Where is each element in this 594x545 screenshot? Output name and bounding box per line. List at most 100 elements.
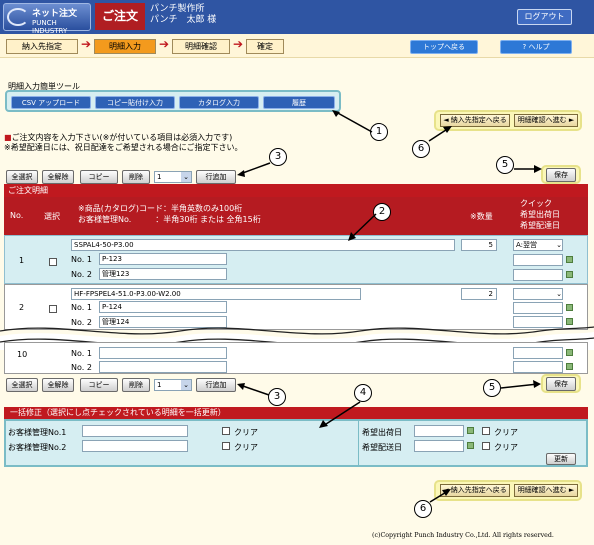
- save-wrap-top: 保存: [541, 165, 581, 184]
- qty-input[interactable]: 5: [461, 239, 497, 251]
- mgmt-no1-input[interactable]: P-123: [99, 253, 227, 265]
- bulk-deliver-input[interactable]: [414, 440, 464, 452]
- calendar-icon[interactable]: [566, 256, 573, 263]
- to-confirm-button[interactable]: 明細確認へ進む ►: [514, 484, 578, 497]
- save-button[interactable]: 保存: [546, 168, 576, 182]
- net-order-logo: ネット注文 PUNCH INDUSTRY: [3, 3, 91, 35]
- history-button[interactable]: 履歴: [263, 96, 335, 109]
- step-detail-confirm: 明細確認: [172, 39, 230, 54]
- mgmt-no2-input[interactable]: [99, 361, 227, 373]
- calendar-icon[interactable]: [467, 427, 474, 434]
- bulk-mgmt1-clear-checkbox[interactable]: [222, 427, 230, 435]
- tools-box: CSV アップロード コピー貼付け入力 カタログ入力 履歴: [5, 90, 341, 112]
- quick-value: A:翌営: [516, 241, 538, 249]
- copy-button[interactable]: コピー: [80, 378, 118, 392]
- add-row-button[interactable]: 行追加: [196, 170, 236, 184]
- bulk-mgmt2-clear-checkbox[interactable]: [222, 442, 230, 450]
- required-marker-icon: ■: [4, 133, 12, 142]
- calendar-icon[interactable]: [566, 363, 573, 370]
- csv-upload-button[interactable]: CSV アップロード: [11, 96, 91, 109]
- callout-5: 5: [496, 156, 514, 174]
- bulk-ship-label: 希望出荷日: [362, 428, 402, 437]
- bulk-ship-input[interactable]: [414, 425, 464, 437]
- col-no-header: No.: [10, 211, 24, 220]
- callout-arrow-icon: [514, 165, 542, 173]
- quick-select[interactable]: A:翌営 ⌄: [513, 239, 563, 251]
- chevron-down-icon: ⌄: [181, 380, 191, 390]
- bulk-edit-caption: 一括修正（選択にし点チェックされている明細を一括更新）: [4, 407, 588, 419]
- chevron-down-icon: ⌄: [556, 290, 562, 298]
- ship-date-input[interactable]: [513, 347, 563, 359]
- copy-button[interactable]: コピー: [80, 170, 118, 184]
- mgmt-no1-input[interactable]: P-124: [99, 301, 227, 313]
- top-page-button[interactable]: トップへ戻る: [410, 40, 478, 54]
- calendar-icon[interactable]: [566, 271, 573, 278]
- deselect-all-button[interactable]: 全解除: [42, 170, 74, 184]
- row-select-checkbox[interactable]: [49, 258, 57, 266]
- mgmt-no1-input[interactable]: [99, 347, 227, 359]
- instructions: ■ご注文内容を入力下さい(※が付いている項目は必須入力です) ※希望配達日には、…: [4, 133, 243, 153]
- step-delivery: 納入先指定: [6, 39, 78, 54]
- save-button[interactable]: 保存: [546, 377, 576, 391]
- mgmt-no2-input[interactable]: 管理123: [99, 268, 227, 280]
- callout-arrow-icon: [500, 380, 541, 389]
- product-code-input[interactable]: HF-FPSPEL4-51.0-P3.00-W2.00: [71, 288, 361, 300]
- qty-input[interactable]: 2: [461, 288, 497, 300]
- delete-button[interactable]: 削除: [122, 170, 150, 184]
- bulk-deliver-label: 希望配送日: [362, 443, 402, 452]
- add-row-button[interactable]: 行追加: [196, 378, 236, 392]
- bulk-edit-box: お客様管理No.1 クリア お客様管理No.2 クリア 希望出荷日 クリア 希望…: [4, 419, 588, 467]
- user-name: パンチ 太郎 様: [150, 15, 217, 25]
- help-button[interactable]: ? ヘルプ: [500, 40, 572, 54]
- copy-paste-input-button[interactable]: コピー貼付け入力: [95, 96, 175, 109]
- calendar-icon[interactable]: [566, 349, 573, 356]
- bulk-update-button[interactable]: 更新: [546, 453, 576, 465]
- col-quick-header: クイック 希望出荷日 希望配達日: [520, 198, 560, 231]
- nav-buttons-bottom: ◄ 納入先指定へ戻る 明細確認へ進む ►: [434, 480, 582, 501]
- instruction-line1: ご注文内容を入力下さい(※が付いている項目は必須入力です): [11, 133, 233, 142]
- select-all-button[interactable]: 全選択: [6, 378, 38, 392]
- copyright: (c)Copyright Punch Industry Co.,Ltd. All…: [372, 532, 554, 539]
- row-count-select[interactable]: 1 ⌄: [154, 171, 192, 183]
- deliver-date-input[interactable]: [513, 361, 563, 373]
- callout-arrow-icon: [237, 383, 270, 396]
- chevron-down-icon: ⌄: [181, 172, 191, 182]
- logout-button[interactable]: ログアウト: [517, 9, 572, 25]
- callout-arrow-icon: [237, 162, 271, 177]
- deselect-all-button[interactable]: 全解除: [42, 378, 74, 392]
- row-select-checkbox[interactable]: [49, 305, 57, 313]
- clear-label: クリア: [494, 443, 518, 452]
- row-count-select[interactable]: 1 ⌄: [154, 379, 192, 391]
- table-row: 10 No. 1 No. 2: [4, 342, 588, 374]
- delete-button[interactable]: 削除: [122, 378, 150, 392]
- page-title: ご注文: [95, 3, 145, 30]
- mgmt-no1-label: No. 1: [71, 349, 92, 358]
- calendar-icon[interactable]: [566, 304, 573, 311]
- bulk-mgmt2-input[interactable]: [82, 440, 188, 452]
- mgmt-no1-label: No. 1: [71, 303, 92, 312]
- ship-date-input[interactable]: [513, 254, 563, 266]
- mgmt-no1-label: No. 1: [71, 255, 92, 264]
- select-all-button[interactable]: 全選択: [6, 170, 38, 184]
- callout-arrow-icon: [429, 489, 451, 503]
- callout-arrow-icon: [319, 401, 361, 428]
- deliver-date-input[interactable]: [513, 269, 563, 281]
- bulk-ship-clear-checkbox[interactable]: [482, 427, 490, 435]
- col-select-header: 選択: [44, 212, 60, 221]
- product-code-input[interactable]: SSPAL4-50-P3.00: [71, 239, 455, 251]
- to-confirm-button[interactable]: 明細確認へ進む ►: [514, 114, 578, 127]
- calendar-icon[interactable]: [467, 442, 474, 449]
- ship-date-label: 希望出荷日: [520, 210, 560, 219]
- order-detail-caption: ご注文明細: [4, 184, 588, 197]
- bulk-deliver-clear-checkbox[interactable]: [482, 442, 490, 450]
- bulk-mgmt1-label: お客様管理No.1: [8, 428, 67, 437]
- logo-line1: ネット注文: [32, 9, 78, 19]
- row-count-value: 1: [157, 173, 162, 181]
- callout-5b: 5: [483, 379, 501, 397]
- catalog-input-button[interactable]: カタログ入力: [179, 96, 259, 109]
- quick-select[interactable]: ⌄: [513, 288, 563, 300]
- bulk-mgmt1-input[interactable]: [82, 425, 188, 437]
- col-mgmt-header: お客様管理No. ：半角30桁 または 全角15桁: [78, 215, 261, 224]
- mgmt-no2-label: No. 2: [71, 363, 92, 372]
- ship-date-input[interactable]: [513, 302, 563, 314]
